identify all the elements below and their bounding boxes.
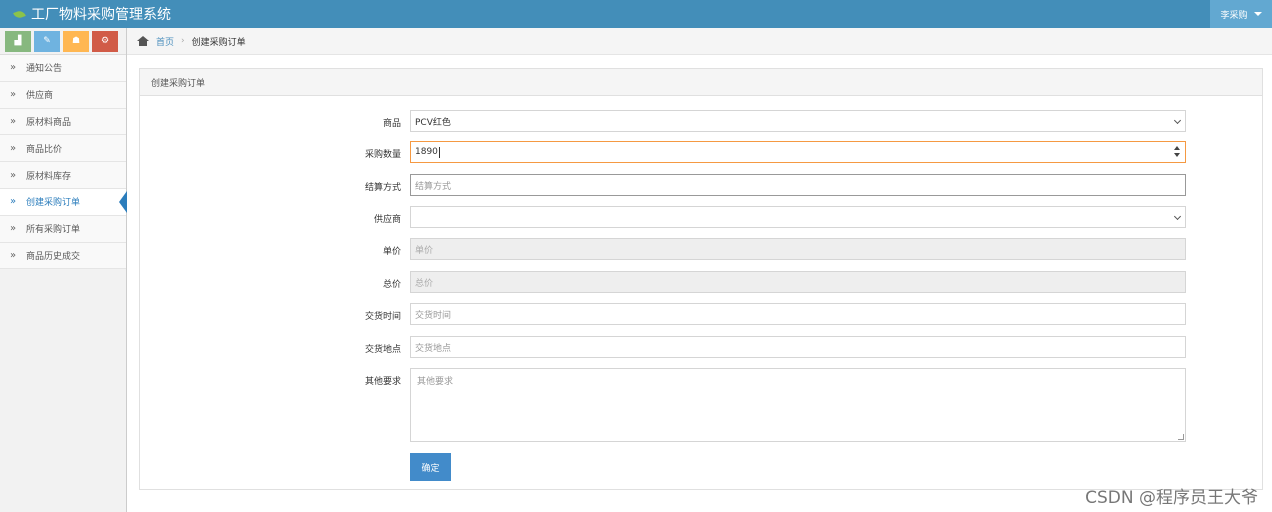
sidebar-item-raw-materials[interactable]: » 原材料商品: [0, 108, 126, 136]
chevron-down-icon: [1173, 212, 1182, 221]
total-price-placeholder: 总价: [415, 278, 434, 289]
quantity-input-value: 1890: [415, 147, 438, 157]
delivery-place-input[interactable]: 交货地点: [410, 336, 1186, 358]
users-icon: ☗: [71, 36, 81, 46]
breadcrumb-current: 创建采购订单: [191, 37, 246, 48]
product-select[interactable]: PCV红色: [410, 110, 1186, 132]
sidebar-item-label: 创建采购订单: [26, 198, 81, 209]
resize-handle-icon[interactable]: [1178, 434, 1184, 440]
sidebar-shortcuts: ▟ ✎ ☗ ⚙: [0, 28, 126, 55]
sidebar-item-notices[interactable]: » 通知公告: [0, 55, 126, 82]
double-angle-right-icon: »: [9, 169, 17, 181]
top-navbar: 工厂物料采购管理系统 李采购: [0, 0, 1272, 28]
quantity-input[interactable]: 1890: [410, 141, 1186, 163]
pencil-shortcut-button[interactable]: ✎: [34, 30, 60, 52]
product-label: 商品: [382, 119, 401, 129]
sidebar-item-label: 商品历史成交: [26, 251, 81, 262]
double-angle-right-icon: »: [9, 115, 17, 127]
settlement-label: 结算方式: [364, 183, 401, 193]
user-name: 李采购: [1220, 10, 1248, 21]
sidebar-item-label: 商品比价: [26, 144, 63, 155]
create-order-panel: 创建采购订单 商品 PCV红色 采购数量 1890 结算方式 结算方式 供应商 …: [139, 68, 1263, 490]
delivery-place-placeholder: 交货地点: [415, 343, 452, 354]
cogs-shortcut-button[interactable]: ⚙: [92, 30, 118, 52]
sidebar: ▟ ✎ ☗ ⚙ » 通知公告 » 供应商 » 原材料商品 » 商品比价 » 原材…: [0, 28, 127, 512]
double-angle-right-icon: »: [9, 196, 17, 208]
total-price-label: 总价: [382, 280, 401, 290]
sidebar-item-history[interactable]: » 商品历史成交: [0, 242, 126, 270]
app-brand[interactable]: 工厂物料采购管理系统: [13, 0, 171, 28]
delivery-place-label: 交货地点: [364, 345, 401, 355]
home-icon: [137, 36, 149, 46]
panel-title: 创建采购订单: [140, 69, 1262, 96]
leaf-icon: [13, 8, 26, 20]
sidebar-item-label: 供应商: [26, 91, 54, 102]
signal-shortcut-button[interactable]: ▟: [5, 30, 31, 52]
breadcrumb: 首页 › 创建采购订单: [127, 28, 1272, 55]
total-price-input: 总价: [410, 271, 1186, 293]
chevron-down-icon: [1173, 116, 1182, 125]
double-angle-right-icon: »: [9, 249, 17, 261]
unit-price-input: 单价: [410, 238, 1186, 260]
sidebar-item-label: 原材料库存: [26, 171, 72, 182]
sidebar-item-price-compare[interactable]: » 商品比价: [0, 135, 126, 163]
double-angle-right-icon: »: [9, 89, 17, 101]
confirm-button[interactable]: 确定: [410, 453, 451, 481]
breadcrumb-home-link[interactable]: 首页: [156, 35, 174, 48]
sidebar-item-inventory[interactable]: » 原材料库存: [0, 162, 126, 189]
sidebar-item-create-order[interactable]: » 创建采购订单: [0, 188, 127, 216]
supplier-select[interactable]: [410, 206, 1186, 228]
caret-down-icon: [1253, 12, 1262, 16]
other-requirements-placeholder: 其他要求: [417, 377, 454, 387]
cogs-icon: ⚙: [100, 36, 110, 46]
quantity-label: 采购数量: [364, 150, 401, 160]
watermark: CSDN @程序员王大爷: [1085, 488, 1258, 508]
pencil-icon: ✎: [43, 36, 51, 46]
delivery-time-placeholder: 交货时间: [415, 310, 452, 321]
sidebar-item-label: 通知公告: [26, 64, 63, 75]
users-shortcut-button[interactable]: ☗: [63, 30, 89, 52]
double-angle-right-icon: »: [9, 62, 17, 74]
double-angle-right-icon: »: [9, 223, 17, 235]
sidebar-item-all-orders[interactable]: » 所有采购订单: [0, 215, 126, 243]
number-spinner-icon[interactable]: [1174, 146, 1181, 158]
product-select-value: PCV红色: [415, 117, 451, 128]
supplier-label: 供应商: [373, 215, 401, 225]
delivery-time-label: 交货时间: [364, 312, 401, 322]
delivery-time-input[interactable]: 交货时间: [410, 303, 1186, 325]
app-title: 工厂物料采购管理系统: [31, 7, 171, 23]
sidebar-item-label: 所有采购订单: [26, 225, 81, 236]
settlement-placeholder: 结算方式: [415, 181, 452, 192]
settlement-input[interactable]: 结算方式: [410, 174, 1186, 196]
other-requirements-label: 其他要求: [364, 377, 401, 387]
breadcrumb-separator-icon: ›: [181, 36, 185, 46]
sidebar-item-suppliers[interactable]: » 供应商: [0, 81, 126, 109]
unit-price-label: 单价: [382, 247, 401, 257]
user-menu[interactable]: 李采购: [1210, 0, 1272, 28]
double-angle-right-icon: »: [9, 142, 17, 154]
unit-price-placeholder: 单价: [415, 245, 434, 256]
other-requirements-textarea[interactable]: 其他要求: [410, 368, 1186, 442]
text-cursor: [438, 146, 440, 158]
signal-icon: ▟: [14, 36, 22, 46]
sidebar-item-label: 原材料商品: [26, 117, 72, 128]
